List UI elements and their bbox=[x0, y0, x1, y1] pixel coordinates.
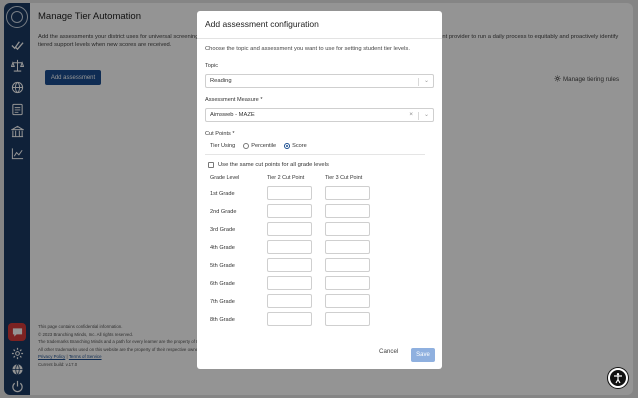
tier3-input-grade-6[interactable] bbox=[325, 276, 370, 290]
chevron-down-icon[interactable]: ⌄ bbox=[424, 111, 429, 118]
clear-icon[interactable]: × bbox=[409, 111, 413, 118]
assessment-measure-label: Assessment Measure * bbox=[205, 97, 263, 103]
percentile-label[interactable]: Percentile bbox=[251, 143, 276, 149]
tier3-header: Tier 3 Cut Point bbox=[325, 175, 363, 181]
tier2-input-grade-1[interactable] bbox=[267, 186, 312, 200]
save-button[interactable]: Save bbox=[411, 348, 435, 362]
tier2-input-grade-3[interactable] bbox=[267, 222, 312, 236]
tier3-input-grade-5[interactable] bbox=[325, 258, 370, 272]
tier3-input-grade-2[interactable] bbox=[325, 204, 370, 218]
grade-label: 7th Grade bbox=[210, 299, 235, 305]
select-separator bbox=[418, 112, 419, 120]
grade-label: 2nd Grade bbox=[210, 209, 237, 215]
cut-points-label: Cut Points * bbox=[205, 131, 235, 137]
same-cut-points-option[interactable]: Use the same cut points for all grade le… bbox=[208, 162, 329, 168]
topic-value: Reading bbox=[210, 78, 232, 84]
accessibility-icon[interactable] bbox=[608, 368, 628, 388]
tier2-input-grade-2[interactable] bbox=[267, 204, 312, 218]
tier3-input-grade-7[interactable] bbox=[325, 294, 370, 308]
score-label[interactable]: Score bbox=[292, 143, 307, 149]
grade-label: 8th Grade bbox=[210, 317, 235, 323]
grade-label: 6th Grade bbox=[210, 281, 235, 287]
tier2-input-grade-4[interactable] bbox=[267, 240, 312, 254]
tier3-input-grade-4[interactable] bbox=[325, 240, 370, 254]
tier3-input-grade-8[interactable] bbox=[325, 312, 370, 326]
tier2-input-grade-8[interactable] bbox=[267, 312, 312, 326]
modal-subtitle: Choose the topic and assessment you want… bbox=[205, 46, 410, 52]
same-cut-points-label: Use the same cut points for all grade le… bbox=[218, 162, 329, 168]
tier3-input-grade-3[interactable] bbox=[325, 222, 370, 236]
select-separator bbox=[418, 78, 419, 86]
tier3-input-grade-1[interactable] bbox=[325, 186, 370, 200]
percentile-radio[interactable] bbox=[243, 143, 250, 149]
grade-label: 1st Grade bbox=[210, 191, 235, 197]
divider bbox=[197, 38, 442, 39]
tier2-header: Tier 2 Cut Point bbox=[267, 175, 305, 181]
tier-using-group: Tier Using Percentile Score bbox=[210, 143, 307, 149]
grade-label: 4th Grade bbox=[210, 245, 235, 251]
assessment-measure-value: Aimsweb - MAZE bbox=[210, 112, 255, 118]
topic-label: Topic bbox=[205, 63, 219, 69]
tier2-input-grade-5[interactable] bbox=[267, 258, 312, 272]
cancel-button[interactable]: Cancel bbox=[379, 348, 398, 355]
tier2-input-grade-7[interactable] bbox=[267, 294, 312, 308]
modal-title: Add assessment configuration bbox=[205, 19, 319, 29]
grade-level-header: Grade Level bbox=[210, 175, 240, 181]
score-radio[interactable] bbox=[284, 143, 291, 149]
same-cut-points-checkbox[interactable] bbox=[208, 162, 214, 168]
topic-select[interactable]: Reading ⌄ bbox=[205, 74, 434, 88]
tier2-input-grade-6[interactable] bbox=[267, 276, 312, 290]
assessment-measure-select[interactable]: Aimsweb - MAZE × ⌄ bbox=[205, 108, 434, 122]
tier-using-label: Tier Using bbox=[210, 143, 236, 149]
grade-label: 5th Grade bbox=[210, 263, 235, 269]
add-assessment-modal: Add assessment configuration Choose the … bbox=[197, 11, 442, 369]
chevron-down-icon[interactable]: ⌄ bbox=[424, 77, 429, 84]
divider bbox=[205, 154, 425, 155]
grade-label: 3rd Grade bbox=[210, 227, 236, 233]
